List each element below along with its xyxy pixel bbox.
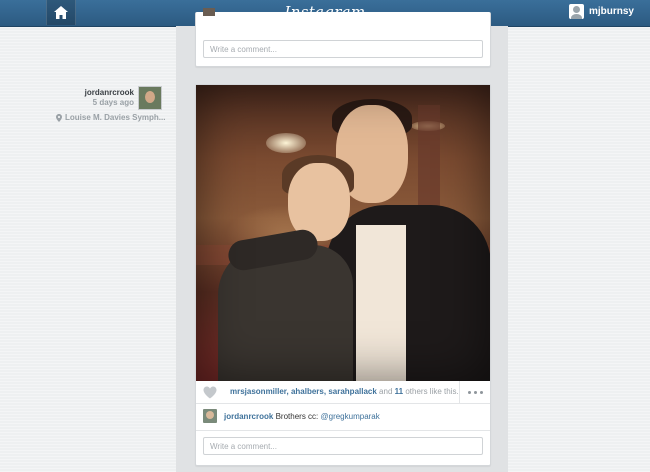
heart-icon[interactable] bbox=[203, 386, 217, 399]
previous-comment-row bbox=[203, 8, 483, 18]
caption-author-avatar[interactable] bbox=[203, 409, 217, 423]
post-card: mrsjasonmiller, ahalbers, sarahpallack a… bbox=[195, 84, 491, 466]
liker-link[interactable]: ahalbers bbox=[291, 387, 324, 396]
likes-separator: , bbox=[286, 387, 289, 396]
likes-summary: mrsjasonmiller, ahalbers, sarahpallack a… bbox=[230, 387, 459, 396]
likes-others-text: others like this. bbox=[405, 387, 459, 396]
liker-link[interactable]: mrsjasonmiller bbox=[230, 387, 286, 396]
comment-input[interactable]: Write a comment... bbox=[203, 40, 483, 58]
post-caption: jordanrcrook Brothers cc: @gregkumparak bbox=[224, 412, 380, 421]
liker-link[interactable]: sarahpallack bbox=[328, 387, 376, 396]
commenter-avatar bbox=[203, 8, 215, 16]
caption-author[interactable]: jordanrcrook bbox=[224, 412, 273, 421]
location-pin-icon bbox=[56, 113, 62, 122]
user-avatar bbox=[568, 4, 584, 19]
author-username[interactable]: jordanrcrook bbox=[85, 88, 134, 97]
username-label: mjburnsy bbox=[588, 6, 634, 17]
more-dots-icon bbox=[467, 390, 471, 394]
previous-post-card: Write a comment... bbox=[195, 8, 491, 67]
more-options-button[interactable] bbox=[459, 381, 490, 403]
caption-mention[interactable]: @gregkumparak bbox=[321, 412, 380, 421]
post-location[interactable]: Louise M. Davies Symph... bbox=[56, 113, 165, 122]
caption-text: Brothers cc: bbox=[275, 412, 319, 421]
likes-and: and bbox=[379, 387, 393, 396]
post-photo[interactable] bbox=[196, 85, 490, 381]
location-label: Louise M. Davies Symph... bbox=[65, 113, 166, 122]
user-menu[interactable]: mjburnsy bbox=[568, 4, 634, 19]
likes-count[interactable]: 11 bbox=[395, 387, 403, 396]
comment-input[interactable]: Write a comment... bbox=[203, 437, 483, 455]
caption-row: jordanrcrook Brothers cc: @gregkumparak bbox=[196, 404, 490, 431]
author-avatar[interactable] bbox=[138, 86, 162, 110]
post-timestamp[interactable]: 5 days ago bbox=[93, 98, 134, 107]
likes-row: mrsjasonmiller, ahalbers, sarahpallack a… bbox=[196, 381, 490, 404]
likes-separator: , bbox=[323, 387, 327, 396]
